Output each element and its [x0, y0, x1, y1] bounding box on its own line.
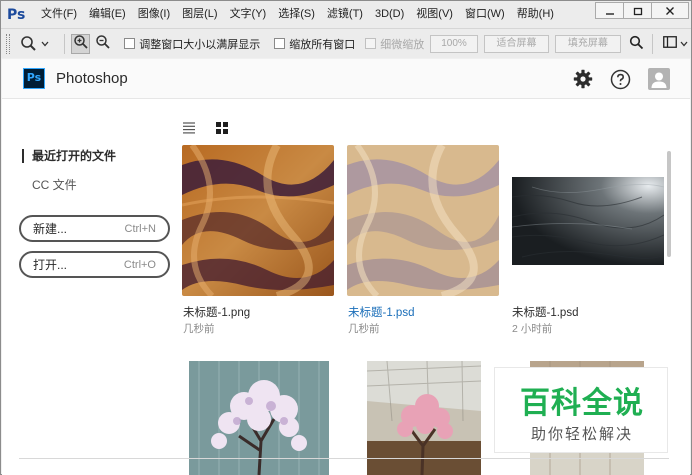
zoom-all-windows-label: 缩放所有窗口 [289, 38, 356, 51]
search-button[interactable] [627, 34, 647, 54]
scrubby-zoom-checkbox[interactable]: 细微缩放 [365, 36, 424, 52]
chevron-down-icon [680, 38, 688, 50]
separator [63, 33, 65, 54]
menu-file[interactable]: 文件(F) [35, 1, 83, 28]
zoom-tool-icon [20, 35, 38, 53]
checkbox-box[interactable] [365, 38, 377, 49]
search-icon [629, 35, 644, 53]
divider [19, 458, 669, 459]
sidebar-item-cc-files[interactable]: CC 文件 [32, 176, 77, 193]
resize-windows-label: 调整窗口大小以满屏显示 [139, 38, 261, 51]
photoshop-window: Ps 文件(F) 编辑(E) 图像(I) 图层(L) 文字(Y) 选择(S) 滤… [0, 0, 692, 475]
zoom-100-button[interactable]: 100% [430, 34, 478, 53]
separator [652, 33, 654, 54]
help-icon[interactable] [609, 68, 631, 90]
menu-view[interactable]: 视图(V) [410, 1, 459, 28]
watermark-subtitle: 助你轻松解决 [530, 426, 633, 443]
file-name[interactable]: 未标题-1.psd [348, 304, 414, 320]
menu-select[interactable]: 选择(S) [272, 1, 321, 28]
workspace-switcher-button[interactable] [659, 34, 691, 54]
zoom-out-icon [95, 34, 111, 53]
new-file-label: 新建... [33, 222, 68, 236]
checkbox-box[interactable] [274, 38, 286, 49]
gear-icon[interactable] [572, 68, 594, 90]
chevron-down-icon [41, 41, 49, 47]
menu-filter[interactable]: 滤镜(T) [321, 1, 369, 28]
open-file-label: 打开... [33, 258, 68, 272]
menu-window[interactable]: 窗口(W) [459, 1, 511, 28]
fit-screen-button[interactable]: 适合屏幕 [483, 34, 550, 53]
home-header: Ps Photoshop [2, 59, 690, 99]
options-bar: 调整窗口大小以满屏显示 缩放所有窗口 细微缩放 100% 适合屏幕 填充屏幕 [1, 28, 691, 58]
workspace-icon [662, 36, 677, 51]
resize-windows-checkbox[interactable]: 调整窗口大小以满屏显示 [124, 36, 260, 52]
scrollbar-thumb[interactable] [667, 151, 671, 257]
menu-edit[interactable]: 编辑(E) [83, 1, 132, 28]
window-controls [595, 2, 689, 19]
zoom-in-icon [73, 34, 89, 53]
file-time: 2 小时前 [512, 323, 553, 335]
sidebar-item-recent[interactable]: 最近打开的文件 [22, 149, 116, 163]
new-file-button[interactable]: 新建... Ctrl+N [19, 215, 170, 242]
menu-3d[interactable]: 3D(D) [369, 1, 410, 28]
file-thumbnail[interactable] [512, 177, 664, 265]
watermark: 百科全说 助你轻松解决 [494, 367, 668, 453]
checkbox-box[interactable] [124, 38, 136, 49]
menu-bar: Ps 文件(F) 编辑(E) 图像(I) 图层(L) 文字(Y) 选择(S) 滤… [1, 1, 691, 28]
minimize-icon[interactable] [595, 2, 624, 19]
ps-app-icon: Ps [7, 6, 26, 23]
watermark-title: 百科全说 [520, 386, 644, 421]
app-name: Photoshop [56, 70, 128, 87]
fill-screen-button[interactable]: 填充屏幕 [555, 34, 621, 53]
open-file-button[interactable]: 打开... Ctrl+O [19, 251, 170, 278]
file-time: 几秒前 [348, 323, 380, 335]
tool-preset-picker[interactable] [20, 35, 58, 53]
file-thumbnail[interactable] [182, 145, 334, 296]
file-thumbnail[interactable] [347, 145, 499, 296]
close-icon[interactable] [651, 2, 689, 19]
file-name[interactable]: 未标题-1.png [183, 304, 250, 320]
zoom-out-button[interactable] [93, 34, 113, 54]
list-view-icon[interactable] [182, 121, 196, 135]
zoom-all-windows-checkbox[interactable]: 缩放所有窗口 [274, 36, 355, 52]
menu-layer[interactable]: 图层(L) [176, 1, 223, 28]
user-avatar-icon[interactable] [648, 68, 670, 90]
menu-items: 文件(F) 编辑(E) 图像(I) 图层(L) 文字(Y) 选择(S) 滤镜(T… [35, 1, 560, 28]
scrubby-zoom-label: 细微缩放 [380, 38, 425, 51]
restore-icon[interactable] [623, 2, 652, 19]
photoshop-logo: Ps [23, 68, 45, 89]
grid-view-icon[interactable] [215, 121, 229, 135]
new-file-shortcut: Ctrl+N [124, 222, 156, 235]
menu-help[interactable]: 帮助(H) [511, 1, 560, 28]
open-file-shortcut: Ctrl+O [123, 258, 156, 271]
file-time: 几秒前 [183, 323, 215, 335]
zoom-in-button[interactable] [70, 33, 91, 54]
file-name[interactable]: 未标题-1.psd [512, 304, 578, 320]
menu-type[interactable]: 文字(Y) [224, 1, 273, 28]
menu-image[interactable]: 图像(I) [132, 1, 176, 28]
options-bar-grip[interactable] [6, 33, 10, 54]
